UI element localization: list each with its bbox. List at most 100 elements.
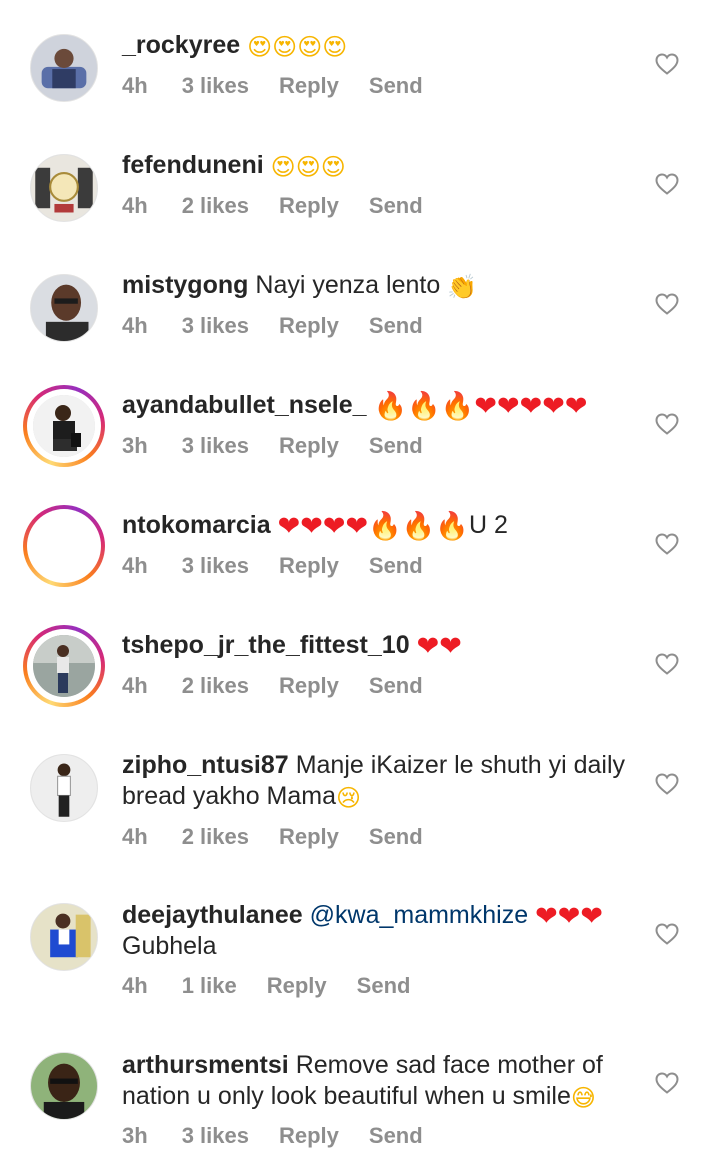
comment-username[interactable]: zipho_ntusi87 bbox=[122, 751, 289, 779]
avatar[interactable] bbox=[23, 896, 105, 978]
send-button[interactable]: Send bbox=[369, 822, 423, 852]
comment-likes[interactable]: 3 likes bbox=[182, 71, 249, 101]
comment-text: tshepo_jr_the_fittest_10 ❤❤ bbox=[122, 630, 642, 661]
comment-time: 3h bbox=[122, 1123, 148, 1148]
heart-outline-icon[interactable] bbox=[655, 773, 679, 795]
reply-button[interactable]: Reply bbox=[279, 311, 339, 341]
comment-likes[interactable]: 3 likes bbox=[182, 311, 249, 341]
send-button[interactable]: Send bbox=[369, 191, 423, 221]
heart-outline-icon[interactable] bbox=[655, 413, 679, 435]
avatar-story-ring[interactable] bbox=[23, 625, 105, 707]
heart-outline-icon[interactable] bbox=[655, 533, 679, 555]
comment-text: ntokomarcia ❤❤❤❤🔥🔥🔥U 2 bbox=[122, 510, 642, 541]
comment-meta: 3h 3 likes Reply Send bbox=[122, 431, 453, 461]
comment-text: arthursmentsi Remove sad face mother of n… bbox=[122, 1050, 642, 1112]
reply-button[interactable]: Reply bbox=[279, 671, 339, 701]
avatar-image bbox=[30, 1052, 98, 1120]
avatar-image bbox=[30, 903, 98, 971]
avatar[interactable] bbox=[23, 747, 105, 829]
comment-likes[interactable]: 1 like bbox=[182, 971, 237, 1001]
comment-username[interactable]: ayandabullet_nsele_ bbox=[122, 391, 367, 419]
reply-button[interactable]: Reply bbox=[279, 551, 339, 581]
heart-outline-icon[interactable] bbox=[655, 923, 679, 945]
avatar-story-ring[interactable] bbox=[23, 385, 105, 467]
reply-button[interactable]: Reply bbox=[279, 71, 339, 101]
heart-eyes-emoji: 😍😍😍😍 bbox=[247, 33, 348, 61]
avatar-image bbox=[30, 154, 98, 222]
comment-time: 4h bbox=[122, 193, 148, 218]
heart-outline-icon[interactable] bbox=[655, 53, 679, 75]
comment-time: 4h bbox=[122, 313, 148, 338]
comment-text: zipho_ntusi87 Manje iKaizer le shuth yi d… bbox=[122, 750, 642, 812]
reply-button[interactable]: Reply bbox=[279, 191, 339, 221]
heart-outline-icon[interactable] bbox=[655, 173, 679, 195]
comment-time: 3h bbox=[122, 433, 148, 458]
comment-likes[interactable]: 3 likes bbox=[182, 431, 249, 461]
avatar[interactable] bbox=[23, 27, 105, 109]
heart-outline-icon[interactable] bbox=[655, 653, 679, 675]
comment-time: 4h bbox=[122, 973, 148, 998]
avatar[interactable] bbox=[23, 147, 105, 229]
comment-text: _rockyree 😍😍😍😍 bbox=[122, 30, 642, 61]
comment-username[interactable]: ntokomarcia bbox=[122, 511, 271, 539]
heart-emojis: ❤❤❤ bbox=[535, 901, 603, 932]
comment-time: 4h bbox=[122, 824, 148, 849]
comment-likes[interactable]: 2 likes bbox=[182, 822, 249, 852]
comment-meta: 3h 3 likes Reply Send bbox=[122, 1121, 453, 1151]
comment-likes[interactable]: 3 likes bbox=[182, 551, 249, 581]
send-button[interactable]: Send bbox=[369, 551, 423, 581]
avatar-image bbox=[30, 754, 98, 822]
comment-body: U 2 bbox=[469, 511, 508, 539]
send-button[interactable]: Send bbox=[369, 1121, 423, 1151]
comment-meta: 4h 3 likes Reply Send bbox=[122, 71, 453, 101]
comment-time: 4h bbox=[122, 673, 148, 698]
avatar[interactable] bbox=[23, 267, 105, 349]
comment-meta: 4h 3 likes Reply Send bbox=[122, 551, 453, 581]
comment-text: deejaythulanee @kwa_mammkhize ❤❤❤ Gubhela bbox=[122, 900, 642, 962]
comment-username[interactable]: tshepo_jr_the_fittest_10 bbox=[122, 631, 410, 659]
comment-meta: 4h 3 likes Reply Send bbox=[122, 311, 453, 341]
avatar[interactable] bbox=[23, 1045, 105, 1127]
avatar-image bbox=[33, 395, 95, 457]
heart-outline-icon[interactable] bbox=[655, 293, 679, 315]
heart-eyes-emoji: 😍😍😍 bbox=[270, 153, 346, 181]
heart-outline-icon[interactable] bbox=[655, 1072, 679, 1094]
reply-button[interactable]: Reply bbox=[267, 971, 327, 1001]
heart-emojis: ❤❤ bbox=[416, 631, 462, 662]
comment-username[interactable]: arthursmentsi bbox=[122, 1051, 289, 1079]
avatar-image bbox=[33, 515, 95, 577]
crying-face-emoji: 😢 bbox=[336, 784, 362, 812]
send-button[interactable]: Send bbox=[369, 431, 423, 461]
comment-time: 4h bbox=[122, 553, 148, 578]
avatar-story-ring[interactable] bbox=[23, 505, 105, 587]
comment-time: 4h bbox=[122, 73, 148, 98]
send-button[interactable]: Send bbox=[369, 671, 423, 701]
comment-likes[interactable]: 2 likes bbox=[182, 191, 249, 221]
avatar-image bbox=[33, 635, 95, 697]
comment-meta: 4h 1 like Reply Send bbox=[122, 971, 440, 1001]
comment-body: Nayi yenza lento bbox=[255, 271, 441, 299]
avatar-image bbox=[30, 34, 98, 102]
comment-meta: 4h 2 likes Reply Send bbox=[122, 671, 453, 701]
comment-body: Gubhela bbox=[122, 932, 217, 960]
send-button[interactable]: Send bbox=[357, 971, 411, 1001]
comment-likes[interactable]: 2 likes bbox=[182, 671, 249, 701]
reply-button[interactable]: Reply bbox=[279, 431, 339, 461]
comment-text: mistygong Nayi yenza lento 👏 bbox=[122, 270, 642, 301]
grinning-sweat-emoji: 😅 bbox=[570, 1084, 596, 1112]
reply-button[interactable]: Reply bbox=[279, 1121, 339, 1151]
comment-likes[interactable]: 3 likes bbox=[182, 1121, 249, 1151]
mention-link[interactable]: @kwa_mammkhize bbox=[310, 901, 528, 929]
comment-username[interactable]: mistygong bbox=[122, 271, 248, 299]
reply-button[interactable]: Reply bbox=[279, 822, 339, 852]
comment-text: ayandabullet_nsele_ 🔥🔥🔥❤❤❤❤❤ bbox=[122, 390, 642, 421]
clapping-hands-emoji: 👏 bbox=[447, 273, 478, 301]
comment-username[interactable]: fefenduneni bbox=[122, 151, 264, 179]
comment-username[interactable]: _rockyree bbox=[122, 31, 240, 59]
send-button[interactable]: Send bbox=[369, 311, 423, 341]
heart-fire-emojis: ❤❤❤❤🔥🔥🔥 bbox=[277, 511, 470, 542]
send-button[interactable]: Send bbox=[369, 71, 423, 101]
comment-username[interactable]: deejaythulanee bbox=[122, 901, 303, 929]
comment-meta: 4h 2 likes Reply Send bbox=[122, 822, 453, 852]
fire-heart-emojis: 🔥🔥🔥❤❤❤❤❤ bbox=[373, 391, 588, 422]
